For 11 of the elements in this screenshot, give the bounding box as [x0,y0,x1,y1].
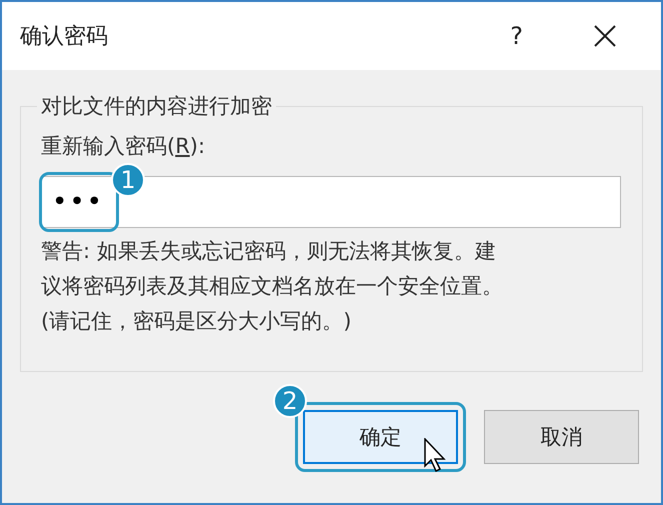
field-label: 重新输入密码(R): [41,133,206,160]
ok-button[interactable]: 确定 [303,410,458,464]
callout-badge: 2 [273,384,307,418]
group-title: 对比文件的内容进行加密 [40,93,273,120]
close-icon[interactable] [593,24,617,48]
help-button[interactable]: ? [510,22,523,50]
callout-badge: 1 [111,163,145,197]
cancel-button[interactable]: 取消 [484,410,639,464]
cursor-icon [423,438,447,474]
window-title: 确认密码 [20,23,109,51]
warning-text: 警告: 如果丢失或忘记密码，则无法将其恢复。建 议将密码列表及其相应文档名放在一个安全位置。 (请记住，密码是区分大小写的。) [41,238,504,335]
